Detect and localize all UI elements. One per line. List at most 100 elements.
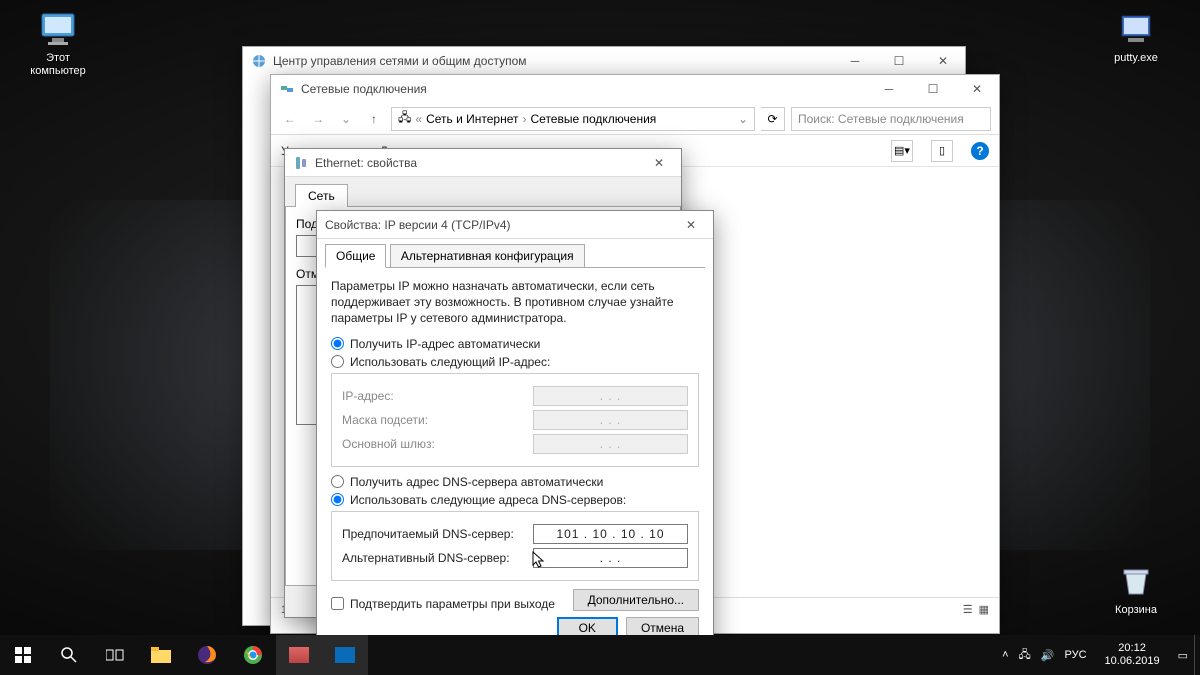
radio-label: Использовать следующий IP-адрес:: [350, 355, 550, 369]
window-title: Ethernet: свойства: [315, 156, 637, 170]
breadcrumb-item[interactable]: Сеть и Интернет: [426, 112, 518, 126]
titlebar[interactable]: Ethernet: свойства ✕: [285, 149, 681, 177]
maximize-button[interactable]: ☐: [877, 47, 921, 75]
desktop-icon-label: Этот компьютер: [20, 52, 96, 78]
network-icon: 🖧: [398, 108, 411, 129]
taskbar-firefox[interactable]: [184, 635, 230, 675]
show-desktop-button[interactable]: [1194, 635, 1200, 675]
tray-volume-icon[interactable]: 🔊: [1041, 649, 1055, 662]
ip-address-label: IP-адрес:: [342, 389, 394, 403]
desktop[interactable]: Этот компьютер putty.exe Корзина Центр у…: [0, 0, 1200, 675]
desktop-icon-recycle[interactable]: Корзина: [1098, 560, 1174, 617]
chevron-down-icon[interactable]: ⌄: [738, 112, 748, 126]
radio-input[interactable]: [331, 337, 344, 350]
breadcrumb[interactable]: 🖧 « Сеть и Интернет › Сетевые подключени…: [391, 107, 755, 131]
maximize-button[interactable]: ☐: [911, 75, 955, 103]
start-button[interactable]: [0, 635, 46, 675]
search-button[interactable]: [46, 635, 92, 675]
gateway-label: Основной шлюз:: [342, 437, 435, 451]
search-placeholder: Поиск: Сетевые подключения: [798, 112, 964, 126]
radio-dns-manual[interactable]: Использовать следующие адреса DNS-сервер…: [331, 493, 699, 507]
validate-checkbox[interactable]: [331, 597, 344, 610]
radio-ip-auto[interactable]: Получить IP-адрес автоматически: [331, 337, 699, 351]
radio-label: Использовать следующие адреса DNS-сервер…: [350, 493, 626, 507]
app-icon: [289, 647, 309, 663]
details-view-icon[interactable]: ☰: [963, 603, 973, 616]
breadcrumb-item[interactable]: Сетевые подключения: [531, 112, 657, 126]
titlebar[interactable]: Центр управления сетями и общим доступом…: [243, 47, 965, 75]
computer-icon: [38, 8, 78, 48]
radio-input[interactable]: [331, 475, 344, 488]
window-title: Центр управления сетями и общим доступом: [273, 54, 833, 68]
dns-fieldset: Предпочитаемый DNS-сервер: 101 . 10 . 10 …: [331, 511, 699, 581]
dns-primary-label: Предпочитаемый DNS-сервер:: [342, 527, 514, 541]
tray-notifications-icon[interactable]: ▭: [1178, 649, 1188, 662]
settings-icon: [335, 647, 355, 663]
titlebar[interactable]: Свойства: IP версии 4 (TCP/IPv4) ✕: [317, 211, 713, 239]
titlebar[interactable]: Сетевые подключения ─ ☐ ✕: [271, 75, 999, 103]
tray-chevron-up-icon[interactable]: ˄: [1002, 649, 1008, 661]
network-center-icon: [251, 53, 267, 69]
tab-network[interactable]: Сеть: [295, 184, 348, 207]
preview-pane-button[interactable]: ▯: [931, 140, 953, 162]
search-input[interactable]: Поиск: Сетевые подключения: [791, 107, 991, 131]
validate-checkbox-row[interactable]: Подтвердить параметры при выходе: [331, 597, 555, 611]
dns-alt-label: Альтернативный DNS-сервер:: [342, 551, 510, 565]
help-button[interactable]: ?: [971, 142, 989, 160]
radio-input[interactable]: [331, 493, 344, 506]
description-text: Параметры IP можно назначать автоматичес…: [331, 278, 699, 327]
tray-clock[interactable]: 20:12 10.06.2019: [1097, 642, 1168, 667]
dns-alt-input[interactable]: . . .: [533, 548, 688, 568]
view-button[interactable]: ▤▾: [891, 140, 913, 162]
taskbar-app-active[interactable]: [276, 635, 322, 675]
nav-back-button[interactable]: ←: [279, 108, 301, 130]
radio-label: Получить адрес DNS-сервера автоматически: [350, 475, 603, 489]
radio-dns-auto[interactable]: Получить адрес DNS-сервера автоматически: [331, 475, 699, 489]
dns-primary-input[interactable]: 101 . 10 . 10 . 10: [533, 524, 688, 544]
system-tray: ˄ 🖧 🔊 РУС 20:12 10.06.2019 ▭: [996, 642, 1194, 667]
nav-forward-button[interactable]: →: [307, 108, 329, 130]
radio-ip-manual[interactable]: Использовать следующий IP-адрес:: [331, 355, 699, 369]
desktop-icon-label: Корзина: [1098, 604, 1174, 617]
desktop-icon-label: putty.exe: [1098, 52, 1174, 65]
network-icon: [279, 81, 295, 97]
nav-recent-button[interactable]: ⌄: [335, 108, 357, 130]
minimize-button[interactable]: ─: [867, 75, 911, 103]
subnet-mask-input: . . .: [533, 410, 688, 430]
close-button[interactable]: ✕: [669, 211, 713, 238]
breadcrumb-sep: «: [415, 112, 422, 126]
tab-alternate[interactable]: Альтернативная конфигурация: [390, 244, 585, 268]
clock-date: 10.06.2019: [1105, 655, 1160, 668]
close-button[interactable]: ✕: [955, 75, 999, 103]
adapter-icon: [293, 155, 309, 171]
tab-general[interactable]: Общие: [325, 244, 386, 268]
desktop-icon-computer[interactable]: Этот компьютер: [20, 8, 96, 78]
radio-input[interactable]: [331, 355, 344, 368]
ip-address-input: . . .: [533, 386, 688, 406]
window-title: Сетевые подключения: [301, 82, 867, 96]
tray-language[interactable]: РУС: [1065, 649, 1087, 661]
advanced-button[interactable]: Дополнительно...: [573, 589, 699, 611]
clock-time: 20:12: [1105, 642, 1160, 655]
recycle-bin-icon: [1116, 560, 1156, 600]
taskbar-app-settings[interactable]: [322, 635, 368, 675]
ip-fieldset: IP-адрес: . . . Маска подсети: . . . Основ…: [331, 373, 699, 467]
taskbar[interactable]: ˄ 🖧 🔊 РУС 20:12 10.06.2019 ▭: [0, 635, 1200, 675]
close-button[interactable]: ✕: [637, 149, 681, 176]
close-button[interactable]: ✕: [921, 47, 965, 75]
window-title: Свойства: IP версии 4 (TCP/IPv4): [325, 218, 669, 232]
subnet-mask-label: Маска подсети:: [342, 413, 428, 427]
minimize-button[interactable]: ─: [833, 47, 877, 75]
taskbar-chrome[interactable]: [230, 635, 276, 675]
taskbar-explorer[interactable]: [138, 635, 184, 675]
address-bar-row: ← → ⌄ ↑ 🖧 « Сеть и Интернет › Сетевые по…: [271, 103, 999, 135]
dialog-ipv4-properties: Свойства: IP версии 4 (TCP/IPv4) ✕ Общие…: [316, 210, 714, 650]
desktop-icon-putty[interactable]: putty.exe: [1098, 8, 1174, 65]
nav-up-button[interactable]: ↑: [363, 108, 385, 130]
icons-view-icon[interactable]: ▦: [979, 603, 989, 616]
refresh-button[interactable]: ⟳: [761, 107, 785, 131]
task-view-button[interactable]: [92, 635, 138, 675]
putty-icon: [1116, 8, 1156, 48]
gateway-input: . . .: [533, 434, 688, 454]
tray-network-icon[interactable]: 🖧: [1019, 646, 1031, 665]
